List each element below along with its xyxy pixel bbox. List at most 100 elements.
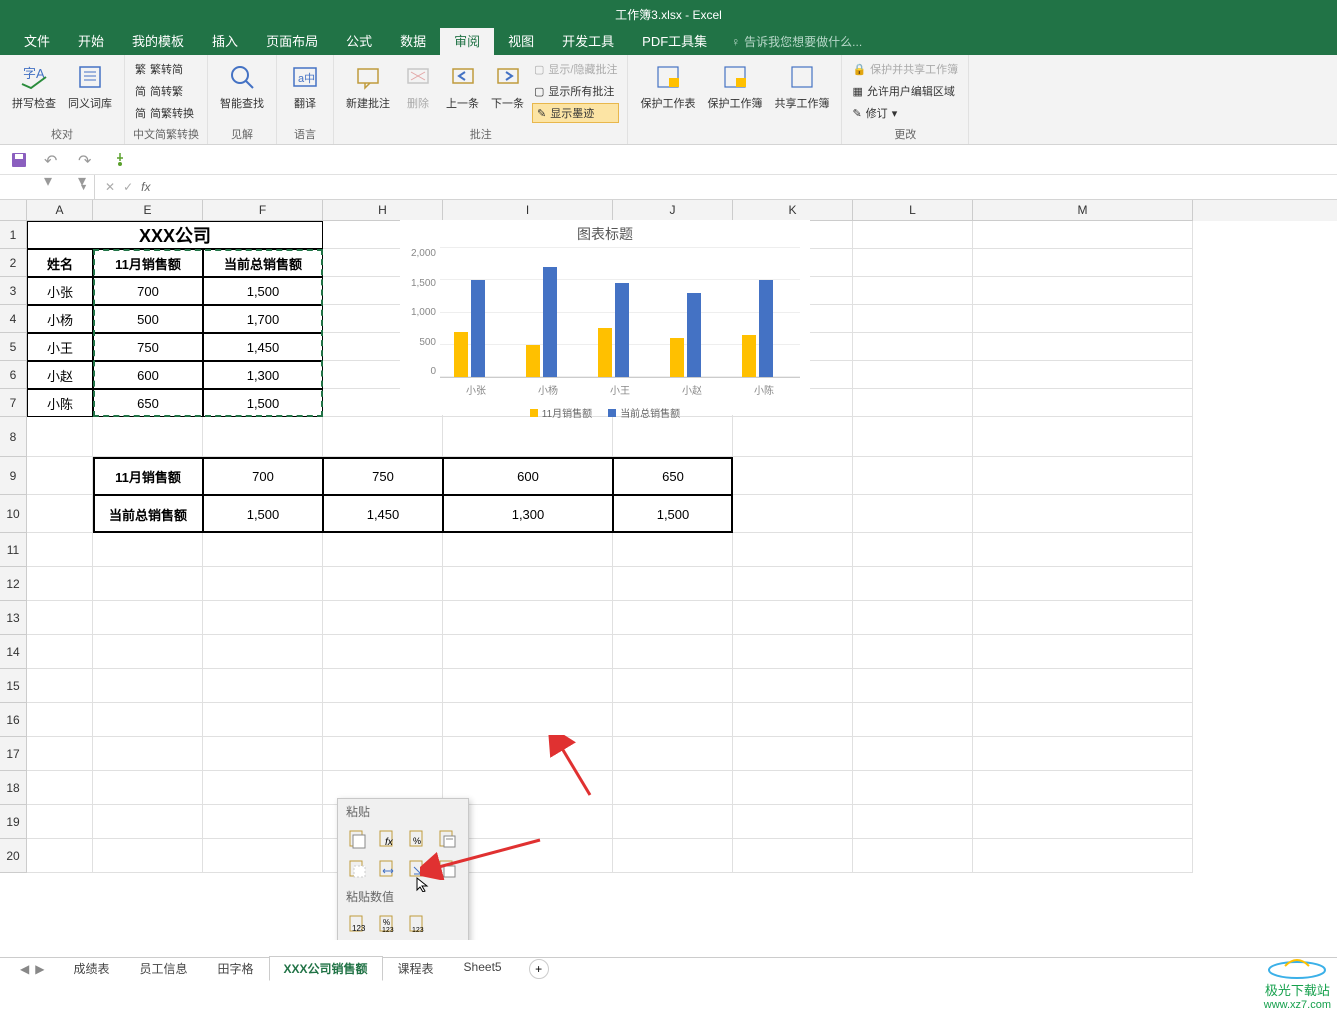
cell-M13[interactable] xyxy=(973,601,1193,635)
chart-bar[interactable] xyxy=(759,280,773,378)
cell-J17[interactable] xyxy=(613,737,733,771)
cell-E7[interactable]: 650 xyxy=(93,389,203,417)
tab-review[interactable]: 审阅 xyxy=(440,28,494,55)
cell-I12[interactable] xyxy=(443,567,613,601)
cell-K13[interactable] xyxy=(733,601,853,635)
convert-button[interactable]: 简简繁转换 xyxy=(133,103,196,123)
cell-E9[interactable]: 11月销售额 xyxy=(93,457,203,495)
cell-E18[interactable] xyxy=(93,771,203,805)
cell-F18[interactable] xyxy=(203,771,323,805)
cell-L6[interactable] xyxy=(853,361,973,389)
cell-E6[interactable]: 600 xyxy=(93,361,203,389)
cell-A17[interactable] xyxy=(27,737,93,771)
row-header-6[interactable]: 6 xyxy=(0,361,27,389)
cell-E12[interactable] xyxy=(93,567,203,601)
cell-A16[interactable] xyxy=(27,703,93,737)
touch-icon[interactable] xyxy=(112,151,130,169)
row-header-7[interactable]: 7 xyxy=(0,389,27,417)
cell-E14[interactable] xyxy=(93,635,203,669)
cell-E3[interactable]: 700 xyxy=(93,277,203,305)
cell-F3[interactable]: 1,500 xyxy=(203,277,323,305)
cell-A7[interactable]: 小陈 xyxy=(27,389,93,417)
cell-E20[interactable] xyxy=(93,839,203,873)
cell-H8[interactable] xyxy=(323,417,443,457)
to-simp-button[interactable]: 简简转繁 xyxy=(133,81,196,101)
cell-H11[interactable] xyxy=(323,533,443,567)
sheet-tab-1[interactable]: 员工信息 xyxy=(124,956,202,981)
row-header-14[interactable]: 14 xyxy=(0,635,27,669)
fx-icon[interactable]: fx xyxy=(141,180,150,194)
cell-M14[interactable] xyxy=(973,635,1193,669)
cell-J8[interactable] xyxy=(613,417,733,457)
cell-H16[interactable] xyxy=(323,703,443,737)
share-workbook-button[interactable]: 共享工作簿 xyxy=(770,59,833,113)
cell-L8[interactable] xyxy=(853,417,973,457)
paste-formatting-icon[interactable] xyxy=(434,856,460,882)
sheet-tab-5[interactable]: Sheet5 xyxy=(449,956,517,981)
cell-E8[interactable] xyxy=(93,417,203,457)
cell-A20[interactable] xyxy=(27,839,93,873)
row-header-18[interactable]: 18 xyxy=(0,771,27,805)
cell-F8[interactable] xyxy=(203,417,323,457)
spelling-button[interactable]: 字A 拼写检查 xyxy=(8,59,60,113)
cell-A19[interactable] xyxy=(27,805,93,839)
cell-J12[interactable] xyxy=(613,567,733,601)
name-box[interactable]: ▼ xyxy=(0,175,95,199)
save-icon[interactable] xyxy=(10,151,28,169)
cell-M18[interactable] xyxy=(973,771,1193,805)
cell-L14[interactable] xyxy=(853,635,973,669)
show-hide-comment-button[interactable]: ▢显示/隐藏批注 xyxy=(532,59,619,79)
col-header-F[interactable]: F xyxy=(203,200,323,221)
cell-F2[interactable]: 当前总销售额 xyxy=(203,249,323,277)
cell-F5[interactable]: 1,450 xyxy=(203,333,323,361)
cell-M5[interactable] xyxy=(973,333,1193,361)
cell-F6[interactable]: 1,300 xyxy=(203,361,323,389)
tab-data[interactable]: 数据 xyxy=(386,28,440,55)
cell-F20[interactable] xyxy=(203,839,323,873)
new-comment-button[interactable]: 新建批注 xyxy=(342,59,394,113)
cell-A6[interactable]: 小赵 xyxy=(27,361,93,389)
cell-F7[interactable]: 1,500 xyxy=(203,389,323,417)
prev-comment-button[interactable]: 上一条 xyxy=(442,59,483,113)
row-header-16[interactable]: 16 xyxy=(0,703,27,737)
show-all-comments-button[interactable]: ▢显示所有批注 xyxy=(532,81,619,101)
cell-I17[interactable] xyxy=(443,737,613,771)
cell-A15[interactable] xyxy=(27,669,93,703)
paste-keep-width-icon[interactable] xyxy=(374,856,400,882)
cell-A10[interactable] xyxy=(27,495,93,533)
cell-L18[interactable] xyxy=(853,771,973,805)
cell-K8[interactable] xyxy=(733,417,853,457)
cell-H13[interactable] xyxy=(323,601,443,635)
chart-bar[interactable] xyxy=(598,328,612,377)
grid[interactable]: AEFHIJKLM 123456789101112131415161718192… xyxy=(0,200,1337,940)
cell-A2[interactable]: 姓名 xyxy=(27,249,93,277)
cell-A1[interactable]: XXX公司 xyxy=(27,221,323,249)
col-header-E[interactable]: E xyxy=(93,200,203,221)
protect-sheet-button[interactable]: 保护工作表 xyxy=(636,59,699,113)
row-header-20[interactable]: 20 xyxy=(0,839,27,873)
cell-K14[interactable] xyxy=(733,635,853,669)
tab-formula[interactable]: 公式 xyxy=(332,28,386,55)
col-header-L[interactable]: L xyxy=(853,200,973,221)
enter-icon[interactable]: ✓ xyxy=(123,180,133,194)
col-header-K[interactable]: K xyxy=(733,200,853,221)
cell-E17[interactable] xyxy=(93,737,203,771)
cell-K15[interactable] xyxy=(733,669,853,703)
cancel-icon[interactable]: ✕ xyxy=(105,180,115,194)
cell-M1[interactable] xyxy=(973,221,1193,249)
cell-L16[interactable] xyxy=(853,703,973,737)
paste-no-borders-icon[interactable] xyxy=(344,856,370,882)
cell-A4[interactable]: 小杨 xyxy=(27,305,93,333)
cell-M19[interactable] xyxy=(973,805,1193,839)
cell-L19[interactable] xyxy=(853,805,973,839)
cell-E15[interactable] xyxy=(93,669,203,703)
row-header-15[interactable]: 15 xyxy=(0,669,27,703)
sheet-tab-2[interactable]: 田字格 xyxy=(203,956,269,981)
sheet-tab-3[interactable]: XXX公司销售额 xyxy=(269,956,383,981)
add-sheet-button[interactable]: + xyxy=(529,959,549,979)
cell-H10[interactable]: 1,450 xyxy=(323,495,443,533)
col-header-J[interactable]: J xyxy=(613,200,733,221)
cell-L9[interactable] xyxy=(853,457,973,495)
cell-F19[interactable] xyxy=(203,805,323,839)
cell-A3[interactable]: 小张 xyxy=(27,277,93,305)
